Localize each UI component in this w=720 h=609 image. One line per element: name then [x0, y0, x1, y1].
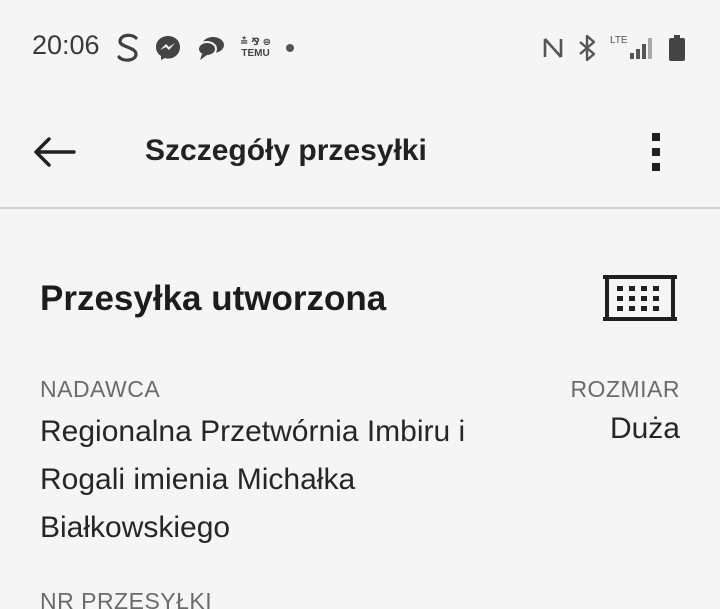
more-vert-icon — [651, 132, 661, 172]
temu-icon-top: ≛ ⅋ ⊜ — [240, 37, 272, 48]
app-bar-divider — [0, 207, 720, 209]
page-title: Szczegóły przesyłki — [145, 134, 427, 167]
arrow-left-icon — [32, 136, 76, 168]
status-system-icons: LTE — [542, 32, 686, 64]
back-button[interactable] — [30, 132, 78, 172]
size-value: Duża — [609, 412, 680, 445]
bluetooth-icon — [578, 34, 596, 62]
messenger-icon — [154, 34, 182, 62]
chat-bubble-icon — [196, 34, 226, 62]
status-notification-icons: ≛ ⅋ ⊜ TEMU — [116, 30, 295, 66]
battery-icon — [668, 34, 686, 62]
more-options-button[interactable] — [640, 130, 672, 174]
lte-signal-icon: LTE — [610, 35, 654, 61]
sender-label: NADAWCA — [40, 376, 161, 402]
status-bar: 20:06 ≛ ⅋ ⊜ TEMU LTE — [0, 0, 720, 96]
parcel-size-large-icon — [600, 273, 680, 323]
temu-icon-label: TEMU — [241, 48, 270, 59]
size-label: ROZMIAR — [570, 376, 680, 402]
s-app-icon — [116, 32, 140, 64]
tracking-number-label: NR PRZESYŁKI — [40, 588, 213, 609]
sender-value: Regionalna Przetwórnia Imbiru i Rogali i… — [40, 415, 466, 544]
notification-dot-icon — [285, 43, 295, 53]
app-bar: Szczegóły przesyłki — [0, 96, 720, 208]
temu-icon: ≛ ⅋ ⊜ TEMU — [240, 37, 271, 59]
shipment-status-heading: Przesyłka utworzona — [40, 279, 387, 318]
status-time: 20:06 — [32, 30, 100, 60]
nfc-icon — [542, 35, 564, 61]
